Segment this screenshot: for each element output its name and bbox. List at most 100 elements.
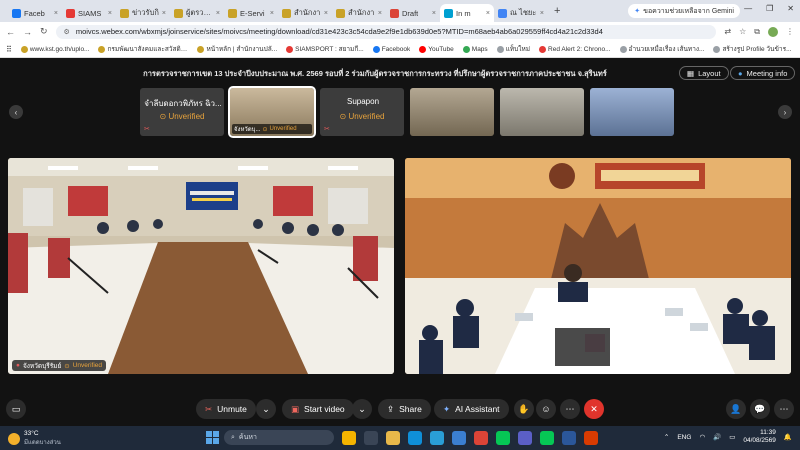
new-tab-button[interactable]: + bbox=[554, 5, 560, 17]
participant-thumbnail[interactable]: Supapon ⊙ Unverified ✂ bbox=[320, 88, 404, 136]
bookmark-favicon-icon bbox=[98, 45, 106, 53]
share-button[interactable]: ⇪ Share bbox=[378, 399, 431, 419]
tab-close-icon[interactable]: × bbox=[432, 10, 436, 17]
bookmark-item[interactable]: หน้าหลัก | สำนักงานปลั... bbox=[197, 44, 277, 54]
url-bar[interactable]: ⚙ moivcs.webex.com/wbxmjs/joinservice/si… bbox=[55, 24, 717, 39]
participant-video-thumbnail[interactable]: จังหวัดบุ... ⊙ Unverified bbox=[228, 86, 316, 138]
participant-video-thumbnail[interactable] bbox=[590, 88, 674, 136]
more-options-button[interactable]: ⋯ bbox=[560, 399, 580, 419]
line-icon[interactable] bbox=[496, 431, 510, 445]
bookmark-item[interactable]: Red Alert 2: Chrono... bbox=[539, 44, 611, 54]
browser-tab[interactable]: สำนักงา × bbox=[278, 4, 332, 22]
audio-options-button[interactable]: ⌄ bbox=[256, 399, 276, 419]
gemini-button[interactable]: ✦ ขอความช่วยเหลือจาก Gemini bbox=[628, 4, 740, 18]
site-info-icon[interactable]: ⚙ bbox=[64, 28, 70, 36]
browser-tab[interactable]: Faceb × bbox=[8, 4, 62, 22]
more-panels-button[interactable]: ⋯ bbox=[774, 399, 794, 419]
pdf-icon[interactable] bbox=[584, 431, 598, 445]
bookmark-item[interactable]: Maps bbox=[462, 44, 488, 54]
tab-favicon-icon bbox=[66, 8, 75, 18]
close-icon[interactable]: ✕ bbox=[787, 4, 794, 13]
bookmark-item[interactable]: SIAMSPORT : สยามกี... bbox=[286, 44, 364, 54]
profile-avatar[interactable] bbox=[768, 26, 778, 37]
browser-tab[interactable]: SIAMS × bbox=[62, 4, 116, 22]
tab-label: ณ ไชยะ bbox=[510, 8, 537, 17]
bookmark-item[interactable]: YouTube bbox=[419, 44, 454, 54]
participant-thumbnail[interactable]: จำลีบดอกวพิภัทร ฉิว... ⊙ Unverified ✂ bbox=[140, 88, 224, 136]
wifi-icon[interactable]: ◠ bbox=[699, 433, 705, 441]
browser-tab[interactable]: ณ ไชยะ × bbox=[494, 4, 548, 22]
language-indicator[interactable]: ENG bbox=[677, 434, 691, 441]
copilot-icon[interactable] bbox=[342, 431, 356, 445]
tab-close-icon[interactable]: × bbox=[162, 10, 166, 17]
tab-close-icon[interactable]: × bbox=[540, 10, 544, 17]
weather-widget[interactable]: 33°C มีแดดบางส่วน bbox=[8, 430, 61, 447]
reload-icon[interactable]: ↻ bbox=[40, 26, 48, 37]
start-video-button[interactable]: ▣ Start video bbox=[282, 399, 354, 419]
taskbar-search[interactable]: ⌕ ค้นหา bbox=[224, 430, 334, 445]
mail-icon[interactable] bbox=[452, 431, 466, 445]
file-explorer-icon[interactable] bbox=[386, 431, 400, 445]
volume-icon[interactable]: 🔊 bbox=[713, 433, 721, 441]
bookmark-star-icon[interactable]: ☆ bbox=[739, 27, 746, 36]
bookmark-item[interactable]: อำนวยเหมื่อเรื่อง เส้นทาง... bbox=[619, 44, 704, 54]
layout-button[interactable]: ▦ Layout bbox=[679, 66, 729, 80]
tab-close-icon[interactable]: × bbox=[324, 10, 328, 17]
teams-icon[interactable] bbox=[518, 431, 532, 445]
tray-chevron-icon[interactable]: ⌃ bbox=[664, 433, 669, 441]
reactions-button[interactable]: ☺ bbox=[536, 399, 556, 419]
apps-grid-icon[interactable]: ⠿ bbox=[6, 45, 12, 54]
translate-icon[interactable]: ⇄ bbox=[724, 27, 731, 36]
bookmark-item[interactable]: สร้างรูป Profile วันข้าร... bbox=[713, 44, 791, 54]
video-tile-left[interactable]: ● จังหวัดบุรีรัมย์ ⊙ Unverified bbox=[8, 158, 394, 374]
participant-video-thumbnail[interactable] bbox=[500, 88, 584, 136]
tab-close-icon[interactable]: × bbox=[486, 10, 490, 17]
tab-close-icon[interactable]: × bbox=[378, 10, 382, 17]
bookmark-favicon-icon bbox=[539, 45, 547, 53]
meeting-info-button[interactable]: ● Meeting info bbox=[730, 66, 796, 80]
chat-button[interactable]: 💬 bbox=[750, 399, 770, 419]
edge-icon[interactable] bbox=[408, 431, 422, 445]
browser-tab[interactable]: E-Servi × bbox=[224, 4, 278, 22]
clock[interactable]: 11:39 04/08/2569 bbox=[743, 429, 776, 445]
battery-icon[interactable]: ▭ bbox=[729, 433, 735, 441]
bookmark-item[interactable]: กรมพัฒนาสังคมและสวัสดิการ... bbox=[98, 44, 188, 54]
word-icon[interactable] bbox=[562, 431, 576, 445]
back-icon[interactable]: ← bbox=[6, 27, 15, 37]
menu-icon[interactable]: ⋮ bbox=[786, 27, 794, 36]
task-view-icon[interactable] bbox=[364, 431, 378, 445]
leave-meeting-button[interactable]: ✕ bbox=[584, 399, 604, 419]
thumbnail-next-button[interactable]: › bbox=[778, 105, 792, 119]
minimize-icon[interactable]: — bbox=[744, 4, 752, 13]
line-app-icon[interactable] bbox=[540, 431, 554, 445]
browser-tab[interactable]: In m × bbox=[440, 4, 494, 22]
unmute-button[interactable]: ✂ Unmute bbox=[196, 399, 256, 419]
tab-close-icon[interactable]: × bbox=[54, 10, 58, 17]
browser-tab[interactable]: ผู้ตรวจรา× bbox=[170, 4, 224, 22]
browser-tab[interactable]: Draft × bbox=[386, 4, 440, 22]
participants-button[interactable]: 👤 bbox=[726, 399, 746, 419]
notification-icon[interactable]: 🔔 bbox=[784, 433, 792, 441]
ai-assistant-button[interactable]: ✦ AI Assistant bbox=[434, 399, 509, 419]
chrome-icon[interactable] bbox=[474, 431, 488, 445]
browser-tab[interactable]: สำนักงา × bbox=[332, 4, 386, 22]
raise-hand-button[interactable]: ✋ bbox=[514, 399, 534, 419]
tab-close-icon[interactable]: × bbox=[108, 10, 112, 17]
extensions-icon[interactable]: ⧉ bbox=[754, 27, 760, 37]
forward-icon[interactable]: → bbox=[23, 27, 32, 37]
captions-button[interactable]: ▭ bbox=[6, 399, 26, 419]
bookmark-item[interactable]: Facebook bbox=[372, 44, 410, 54]
store-icon[interactable] bbox=[430, 431, 444, 445]
start-button[interactable] bbox=[206, 431, 219, 444]
bookmark-item[interactable]: แท็บใหม่ bbox=[496, 44, 530, 54]
tab-close-icon[interactable]: × bbox=[216, 10, 220, 17]
participant-video-thumbnail[interactable] bbox=[410, 88, 494, 136]
bookmark-item[interactable]: www.kst.go.th/uplo... bbox=[20, 44, 89, 54]
thumbnail-prev-button[interactable]: ‹ bbox=[9, 105, 23, 119]
tab-close-icon[interactable]: × bbox=[270, 10, 274, 17]
chevron-down-icon: ⌄ bbox=[358, 403, 366, 414]
browser-tab[interactable]: ข่าวรับกิ × bbox=[116, 4, 170, 22]
video-options-button[interactable]: ⌄ bbox=[352, 399, 372, 419]
maximize-icon[interactable]: ❐ bbox=[766, 4, 773, 13]
video-tile-right[interactable] bbox=[405, 158, 791, 374]
